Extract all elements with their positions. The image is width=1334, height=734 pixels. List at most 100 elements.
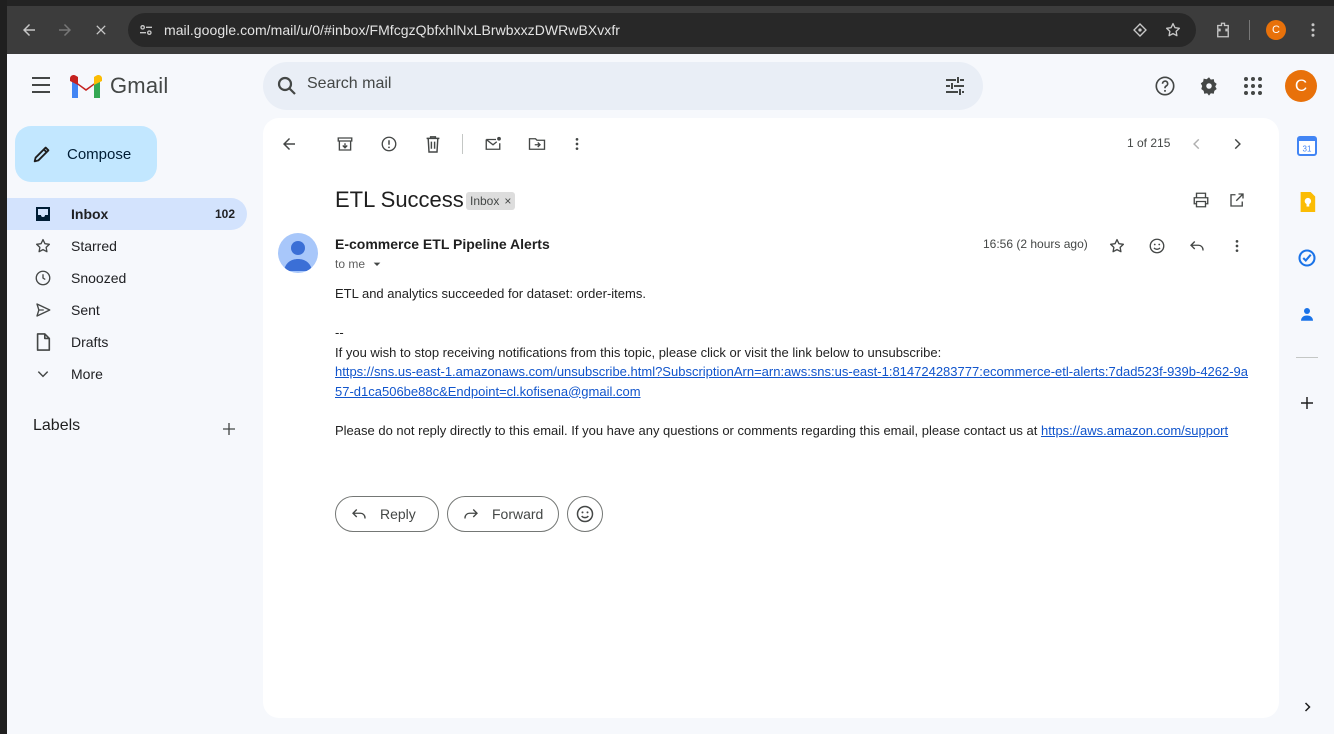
contacts-app-icon[interactable] (1293, 300, 1321, 328)
sidebar-item-starred[interactable]: Starred (7, 230, 247, 262)
keep-app-icon[interactable] (1293, 188, 1321, 216)
side-panel-divider (1296, 357, 1318, 358)
chevron-down-icon (33, 364, 53, 384)
support-link[interactable]: https://aws.amazon.com/support (1041, 423, 1228, 438)
email-subject: ETL Success (335, 187, 464, 212)
calendar-day-label: 31 (1303, 145, 1312, 154)
show-side-panel-chevron-icon[interactable] (1293, 693, 1321, 721)
unsubscribe-text: If you wish to stop receiving notificati… (335, 344, 942, 360)
support-icon[interactable] (1153, 74, 1177, 98)
get-addons-plus-icon[interactable] (1293, 389, 1321, 417)
forward-button[interactable]: Forward (447, 496, 559, 532)
message-more-icon[interactable] (1223, 232, 1251, 260)
remove-label-icon[interactable]: × (504, 194, 511, 208)
unsubscribe-link[interactable]: https://sns.us-east-1.amazonaws.com/unsu… (335, 364, 1248, 399)
sidebar-item-snoozed[interactable]: Snoozed (7, 262, 247, 294)
sidebar-item-sent[interactable]: Sent (7, 294, 247, 326)
stop-loading-icon[interactable] (87, 16, 115, 44)
clock-icon (33, 268, 53, 288)
unread-count: 102 (214, 207, 235, 221)
newer-chevron-left-icon[interactable] (1183, 130, 1211, 158)
forward-nav-icon[interactable] (51, 16, 79, 44)
inbox-label-chip[interactable]: Inbox × (466, 192, 516, 210)
sidebar-item-label: Sent (71, 302, 100, 318)
open-new-window-icon[interactable] (1223, 186, 1251, 214)
search-options-icon[interactable] (943, 74, 967, 98)
search-input[interactable]: Search mail (307, 75, 391, 93)
toolbar-divider (462, 134, 463, 154)
account-avatar[interactable]: C (1285, 70, 1317, 102)
add-reaction-icon[interactable] (1143, 232, 1171, 260)
tab-strip (7, 0, 1334, 6)
tasks-app-icon[interactable] (1293, 244, 1321, 272)
draft-file-icon (33, 332, 53, 352)
sidebar-item-label: Drafts (71, 334, 109, 350)
message-timestamp: 16:56 (2 hours ago) (983, 237, 1088, 251)
add-label-icon[interactable] (217, 417, 241, 441)
body-text: ETL and analytics succeeded for dataset:… (335, 286, 646, 301)
more-options-icon[interactable] (563, 130, 591, 158)
gmail-logo[interactable]: Gmail (70, 71, 168, 101)
lens-icon[interactable] (1128, 18, 1152, 42)
url-text[interactable]: mail.google.com/mail/u/0/#inbox/FMfcgzQb… (164, 22, 620, 38)
back-to-inbox-icon[interactable] (275, 130, 303, 158)
star-icon (33, 236, 53, 256)
reply-icon[interactable] (1183, 232, 1211, 260)
sidebar-item-more[interactable]: More (7, 358, 247, 390)
smiley-icon (576, 505, 594, 523)
gmail-app: Gmail Search mail C Compose Inbox 102 St… (7, 54, 1334, 734)
browser-profile-avatar[interactable]: C (1266, 20, 1286, 40)
report-spam-icon[interactable] (375, 130, 403, 158)
older-chevron-right-icon[interactable] (1223, 130, 1251, 158)
gmail-m-icon (70, 75, 102, 98)
site-info-icon[interactable] (134, 18, 158, 42)
app-name: Gmail (110, 73, 169, 98)
sender-name[interactable]: E-commerce ETL Pipeline Alerts (335, 236, 550, 252)
pagination-text: 1 of 215 (1127, 136, 1171, 150)
extensions-icon[interactable] (1209, 16, 1237, 44)
recipient-text: to me (335, 257, 366, 271)
emoji-react-button[interactable] (567, 496, 603, 532)
search-bar[interactable]: Search mail (263, 62, 983, 110)
person-icon (284, 241, 312, 271)
toolbar-divider (1249, 20, 1250, 40)
email-body: ETL and analytics succeeded for dataset:… (335, 284, 1255, 440)
apps-grid-icon[interactable] (1241, 74, 1265, 98)
reply-button[interactable]: Reply (335, 496, 439, 532)
compose-label: Compose (67, 145, 132, 163)
reply-arrow-icon (352, 509, 366, 519)
forward-button-label: Forward (492, 506, 544, 522)
sidebar-item-label: More (71, 366, 103, 382)
labels-heading: Labels (33, 417, 81, 434)
forward-arrow-icon (464, 509, 478, 519)
sidebar-item-label: Snoozed (71, 270, 127, 286)
calendar-app-icon[interactable]: 31 (1293, 132, 1321, 160)
sidebar-item-inbox[interactable]: Inbox 102 (7, 198, 247, 230)
main-menu-icon[interactable] (29, 73, 53, 97)
move-to-icon[interactable] (523, 130, 551, 158)
signature-separator: -- (335, 325, 344, 340)
mark-unread-icon[interactable] (479, 130, 507, 158)
pencil-icon (33, 146, 50, 163)
browser-menu-icon[interactable] (1299, 16, 1327, 44)
settings-gear-icon[interactable] (1197, 74, 1221, 98)
compose-button[interactable]: Compose (15, 126, 157, 182)
print-icon[interactable] (1187, 186, 1215, 214)
send-icon (33, 300, 53, 320)
inbox-icon (33, 204, 53, 224)
trash-icon[interactable] (419, 130, 447, 158)
star-message-icon[interactable] (1103, 232, 1131, 260)
reply-button-label: Reply (380, 506, 416, 522)
address-bar[interactable]: mail.google.com/mail/u/0/#inbox/FMfcgzQb… (128, 13, 1196, 47)
archive-icon[interactable] (331, 130, 359, 158)
sidebar-item-label: Inbox (71, 206, 109, 222)
search-icon[interactable] (275, 74, 299, 98)
noreply-text: Please do not reply directly to this ema… (335, 422, 1041, 438)
back-icon[interactable] (15, 16, 43, 44)
sender-avatar[interactable] (278, 233, 318, 273)
label-chip-text: Inbox (470, 194, 500, 208)
message-view: 1 of 215 ETL Success Inbox × E-commerce … (263, 118, 1279, 718)
sidebar-item-drafts[interactable]: Drafts (7, 326, 247, 358)
bookmark-star-icon[interactable] (1161, 18, 1185, 42)
recipient-details[interactable]: to me (335, 256, 385, 272)
